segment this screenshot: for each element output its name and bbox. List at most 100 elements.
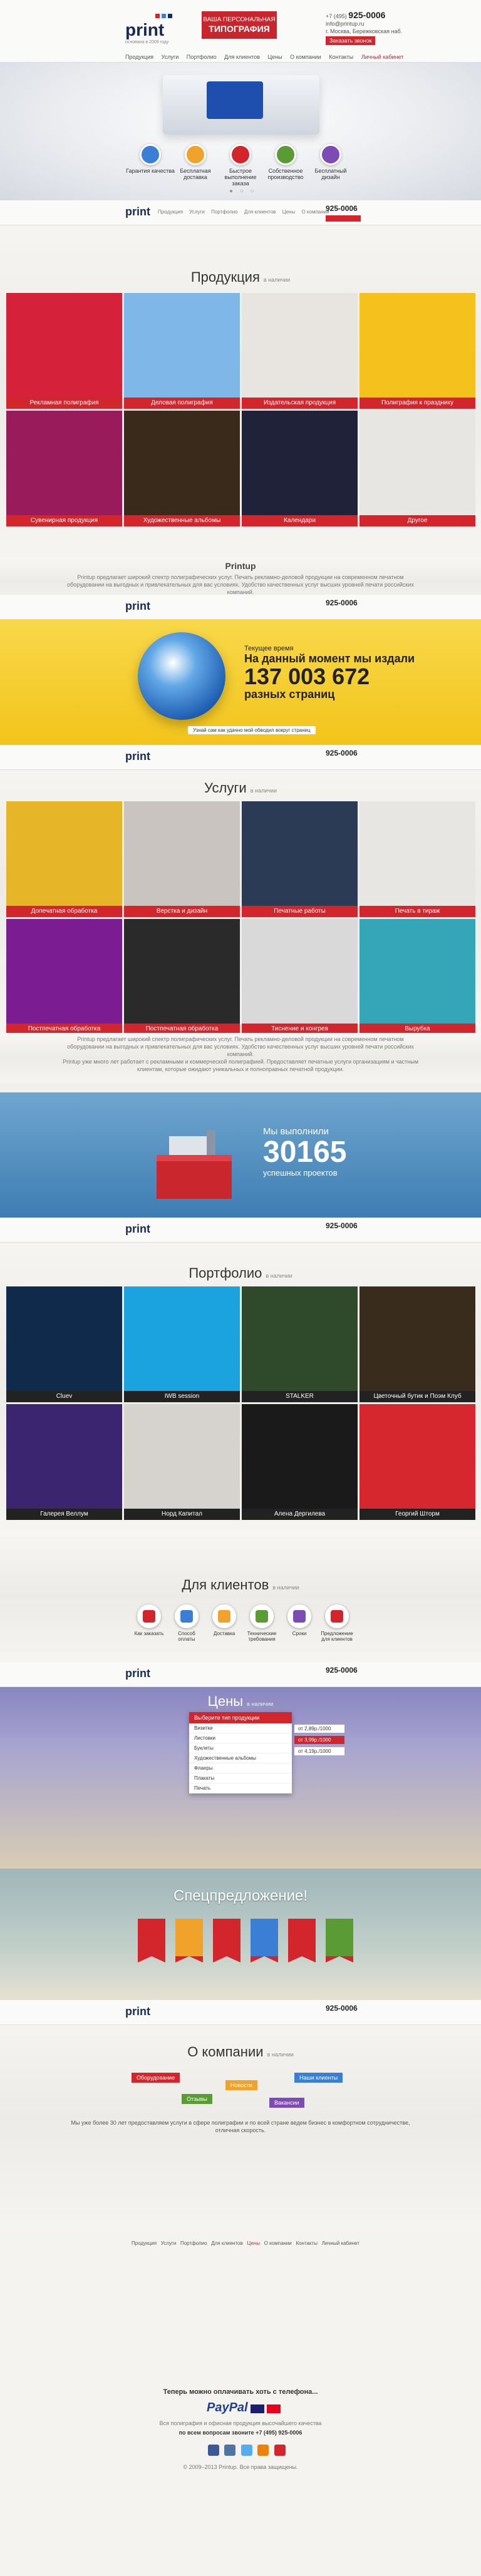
footer-nav-item[interactable]: Портфолио [180,2240,207,2246]
portfolio-tile[interactable]: Норд Капитал [124,1404,240,1520]
mini-callback-button[interactable] [326,215,361,222]
callback-button[interactable]: Заказать звонок [326,36,376,45]
dropdown-option[interactable]: Печать [189,1783,292,1793]
footer-nav-item[interactable]: Продукция [132,2240,157,2246]
portfolio-tile[interactable]: Георгий Шторм [359,1404,475,1520]
dropdown-option[interactable]: Флаеры [189,1763,292,1773]
about-tag[interactable]: Наши клиенты [294,2073,343,2083]
footer-nav-item[interactable]: Для клиентов [211,2240,243,2246]
slider-dots[interactable]: ● ○ ○ [229,188,257,195]
nav-about[interactable]: О компании [290,54,321,60]
client-link-offers[interactable]: Предложение для клиентов [319,1604,354,1642]
client-link-terms[interactable]: Сроки [282,1604,317,1636]
dropdown-option[interactable]: Плакаты [189,1773,292,1783]
mini-logo[interactable]: print [125,1667,150,1680]
youtube-icon[interactable] [274,2445,286,2456]
mini-nav-portfolio[interactable]: Портфолио [211,209,238,215]
portfolio-tile[interactable]: Галерея Веллум [6,1404,122,1520]
service-tile[interactable]: Тиснение и конгрев [242,919,358,1033]
footer-nav-item[interactable]: Контакты [296,2240,318,2246]
nav-clients[interactable]: Для клиентов [224,54,260,60]
mini-nav-products[interactable]: Продукция [158,209,183,215]
service-tile[interactable]: Допечатная обработка [6,801,122,917]
mini-nav-clients[interactable]: Для клиентов [244,209,276,215]
service-tile[interactable]: Постпечатная обработка [124,919,240,1033]
client-link-order[interactable]: Как заказать [132,1604,167,1636]
footer-nav-item[interactable]: Цены [247,2240,260,2246]
mini-phone[interactable]: 925-0006 [326,204,358,213]
mini-logo[interactable]: print [125,1223,150,1236]
mini-nav-about[interactable]: О компании [301,209,329,215]
advantage-design[interactable]: Бесплатный дизайн [306,144,356,180]
vk-icon[interactable] [224,2445,236,2456]
advantage-fast[interactable]: Быстрое выполнение заказа [215,144,266,187]
email-link[interactable]: info@printup.ru [326,20,402,28]
client-link-delivery[interactable]: Доставка [207,1604,242,1636]
service-tile[interactable]: Печать в тираж [359,801,475,917]
mini-nav-services[interactable]: Услуги [189,209,205,215]
nav-portfolio[interactable]: Портфолио [187,54,217,60]
service-tile[interactable]: Постпечатная обработка [6,919,122,1033]
dropdown-option[interactable]: Буклеты [189,1743,292,1753]
footer-nav-item[interactable]: Личный кабинет [322,2240,359,2246]
product-tile[interactable]: Сувенирная продукция [6,411,122,526]
product-tile[interactable]: Издательская продукция [242,293,358,409]
nav-prices[interactable]: Цены [268,54,282,60]
phone-number[interactable]: 925-0006 [348,10,385,20]
portfolio-tile[interactable]: Цветочный бутик и Поэм Клуб [359,1286,475,1402]
nav-contacts[interactable]: Контакты [329,54,353,60]
mini-logo[interactable]: print [125,600,150,613]
product-tile[interactable]: Календари [242,411,358,526]
mini-nav-prices[interactable]: Цены [282,209,296,215]
mini-phone[interactable]: 925-0006 [326,2004,358,2013]
client-link-requirements[interactable]: Технические требования [244,1604,279,1642]
dropdown-option[interactable]: Визитки [189,1723,292,1733]
product-tile[interactable]: Художественные альбомы [124,411,240,526]
advantage-delivery[interactable]: Бесплатная доставка [170,144,220,180]
footer-nav-item[interactable]: О компании [264,2240,292,2246]
mini-logo[interactable]: print [125,750,150,763]
mini-phone[interactable]: 925-0006 [326,598,358,607]
about-tag[interactable]: Отзывы [182,2094,212,2104]
offer-flag[interactable] [326,1919,353,1963]
odnoklassniki-icon[interactable] [257,2445,269,2456]
logo[interactable]: print основана в 2009 году [125,11,194,44]
portfolio-tile[interactable]: Cluev [6,1286,122,1402]
nav-products[interactable]: Продукция [125,54,153,60]
offer-flag[interactable] [213,1919,240,1963]
facebook-icon[interactable] [208,2445,219,2456]
footer-nav-item[interactable]: Услуги [161,2240,177,2246]
mini-phone[interactable]: 925-0006 [326,749,358,757]
twitter-icon[interactable] [240,2445,252,2456]
nav-cabinet[interactable]: Личный кабинет [361,54,404,60]
offer-flag[interactable] [288,1919,316,1963]
portfolio-tile[interactable]: Алена Дергилева [242,1404,358,1520]
offer-flag[interactable] [138,1919,165,1963]
portfolio-tile[interactable]: IWB session [124,1286,240,1402]
mini-phone[interactable]: 925-0006 [326,1666,358,1675]
product-tile[interactable]: Полиграфия к празднику [359,293,475,409]
about-tag[interactable]: Вакансии [269,2098,304,2108]
client-link-payment[interactable]: Способ оплаты [169,1604,204,1642]
about-tag[interactable]: Оборудование [132,2073,180,2083]
offer-flag[interactable] [175,1919,203,1963]
product-tile[interactable]: Деловая полиграфия [124,293,240,409]
portfolio-tile[interactable]: STALKER [242,1286,358,1402]
product-type-dropdown[interactable]: Выберите тип продукции Визитки Листовки … [189,1712,292,1793]
dropdown-head[interactable]: Выберите тип продукции [189,1712,292,1723]
service-tile[interactable]: Вырубка [359,919,475,1033]
mini-logo[interactable]: print [125,205,150,218]
nav-services[interactable]: Услуги [162,54,179,60]
service-tile[interactable]: Верстка и дизайн [124,801,240,917]
advantage-production[interactable]: Собственное производство [261,144,311,180]
product-tile[interactable]: Рекламная полиграфия [6,293,122,409]
advantage-quality[interactable]: Гарантия качества [125,144,175,174]
service-tile[interactable]: Печатные работы [242,801,358,917]
mini-logo[interactable]: print [125,2005,150,2018]
mini-phone[interactable]: 925-0006 [326,1221,358,1230]
counter-note[interactable]: Узнай сам как удачно мой обводил вокруг … [188,726,316,734]
product-tile[interactable]: Другое [359,411,475,526]
dropdown-option[interactable]: Художественные альбомы [189,1753,292,1763]
offer-flag[interactable] [251,1919,278,1963]
about-tag[interactable]: Новости [225,2080,257,2090]
